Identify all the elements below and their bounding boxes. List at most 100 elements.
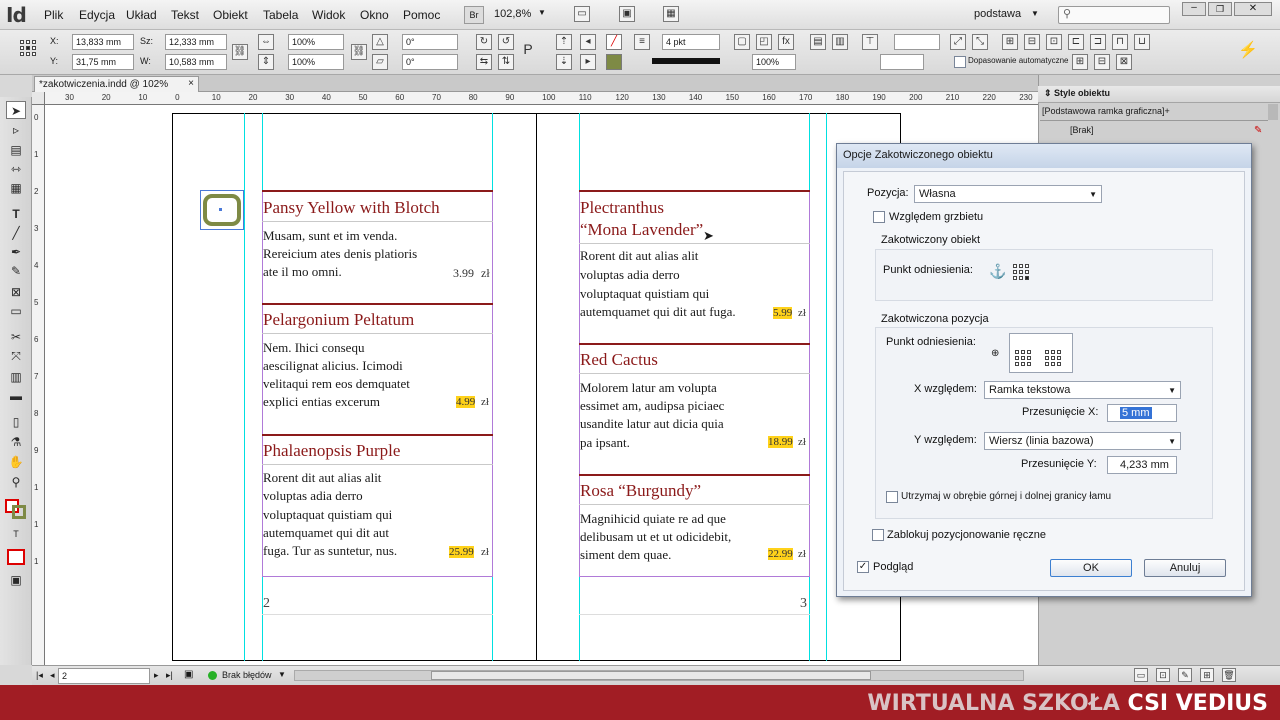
ref-point-proxy[interactable] xyxy=(1013,264,1029,280)
align-left-icon[interactable]: ⊏ xyxy=(1068,34,1084,50)
rounded-corner-icon[interactable]: ◰ xyxy=(756,34,772,50)
stroke-weight-field[interactable]: 4 pkt xyxy=(662,34,720,50)
anchored-object-selection[interactable] xyxy=(200,190,244,230)
select-container-icon[interactable]: ⇡ xyxy=(556,34,572,50)
free-transform-tool-icon[interactable]: ⤧ xyxy=(6,347,26,365)
opacity-field[interactable]: 100% xyxy=(752,54,796,70)
y-offset-input[interactable]: 4,233 mm xyxy=(1107,456,1177,474)
pen-tool-icon[interactable]: ✒ xyxy=(6,243,26,261)
gap-tool-icon[interactable]: ⇿ xyxy=(6,160,26,178)
preflight-status[interactable]: Brak błędów xyxy=(222,670,272,680)
hand-tool-icon[interactable]: ✋ xyxy=(6,453,26,471)
zoom-chevron-icon[interactable]: ▼ xyxy=(538,8,546,17)
formatting-affects-icon[interactable]: T xyxy=(6,525,26,543)
distribute-icon[interactable]: ⊔ xyxy=(1134,34,1150,50)
delete-style-icon[interactable]: 🗑 xyxy=(1222,668,1236,682)
rotate-cw-icon[interactable]: ↻ xyxy=(476,34,492,50)
align-top-icon[interactable]: ⊤ xyxy=(862,34,878,50)
align-right-icon[interactable]: ⊓ xyxy=(1112,34,1128,50)
next-page-icon[interactable]: ▸ xyxy=(154,670,159,681)
style-options-icon[interactable]: ✎ xyxy=(1178,668,1192,682)
quick-apply-icon[interactable]: ⚡ xyxy=(1238,40,1258,60)
cancel-button[interactable]: Anuluj xyxy=(1144,559,1226,577)
close-button[interactable]: ✕ xyxy=(1234,2,1272,16)
menu-edycja[interactable]: Edycja xyxy=(79,8,115,22)
pencil-tool-icon[interactable]: ✎ xyxy=(6,262,26,280)
new-group-icon[interactable]: ▭ xyxy=(1134,668,1148,682)
zoom-tool-icon[interactable]: ⚲ xyxy=(6,473,26,491)
document-tab[interactable]: *zakotwiczenia.indd @ 102% × xyxy=(34,76,199,92)
stroke-swatch-icon[interactable] xyxy=(606,54,622,70)
bridge-button[interactable]: Br xyxy=(464,6,484,24)
clear-overrides-icon[interactable]: ⊡ xyxy=(1156,668,1170,682)
object-styles-panel-header[interactable]: ⇕ Style obiektu xyxy=(1038,86,1280,103)
panel-scrollbar[interactable] xyxy=(1268,104,1278,120)
y-field[interactable]: 31,75 mm xyxy=(72,54,134,70)
effects-icon[interactable]: fx xyxy=(778,34,794,50)
wrap-offset-field[interactable] xyxy=(894,34,940,50)
scissors-tool-icon[interactable]: ✂ xyxy=(6,328,26,346)
menu-uklad[interactable]: Układ xyxy=(126,8,157,22)
constrain-proportions-icon[interactable]: ⛓ xyxy=(232,44,248,60)
fill-swatch-icon[interactable]: ╱ xyxy=(606,34,622,50)
ruler-origin[interactable] xyxy=(32,92,45,105)
fit-frame-icon[interactable]: ⤡ xyxy=(972,34,988,50)
scale-y-field[interactable]: 100% xyxy=(288,54,344,70)
menu-okno[interactable]: Okno xyxy=(360,8,389,22)
x-field[interactable]: 13,833 mm xyxy=(72,34,134,50)
page-number-field[interactable]: 2 xyxy=(58,668,150,684)
content-align-3-icon[interactable]: ⊠ xyxy=(1116,54,1132,70)
content-align-2-icon[interactable]: ⊟ xyxy=(1094,54,1110,70)
center-content-icon[interactable]: ⊡ xyxy=(1046,34,1062,50)
apply-none-icon[interactable] xyxy=(7,549,25,565)
width-field[interactable]: 12,333 mm xyxy=(165,34,227,50)
menu-plik[interactable]: Plik xyxy=(44,8,63,22)
zoom-level[interactable]: 102,8% xyxy=(494,8,531,20)
drop-shadow-icon[interactable]: ▢ xyxy=(734,34,750,50)
workspace-chevron-icon[interactable]: ▼ xyxy=(1031,9,1039,18)
arrange-documents-icon[interactable]: ▦ xyxy=(663,6,679,22)
page-tool-icon[interactable]: ▤ xyxy=(6,141,26,159)
previous-page-icon[interactable]: ◂ xyxy=(50,670,55,681)
x-relative-select[interactable]: Ramka tekstowa ▼ xyxy=(984,381,1181,399)
screen-mode-icon[interactable]: ▣ xyxy=(619,6,635,22)
align-center-icon[interactable]: ⊐ xyxy=(1090,34,1106,50)
menu-tabela[interactable]: Tabela xyxy=(263,8,298,22)
rotation-field[interactable]: 0° xyxy=(402,34,458,50)
gradient-swatch-tool-icon[interactable]: ▥ xyxy=(6,368,26,386)
preflight-chevron-icon[interactable]: ▼ xyxy=(278,670,286,679)
rectangle-frame-tool-icon[interactable]: ⊠ xyxy=(6,283,26,301)
constrain-scale-icon[interactable]: ⛓ xyxy=(351,44,367,60)
eyedropper-tool-icon[interactable]: ⚗ xyxy=(6,433,26,451)
select-content-icon[interactable]: ⇣ xyxy=(556,54,572,70)
panel-collapse-icon[interactable]: ⇕ xyxy=(1044,88,1054,98)
menu-widok[interactable]: Widok xyxy=(312,8,345,22)
rotate-ccw-icon[interactable]: ↺ xyxy=(498,34,514,50)
gradient-feather-tool-icon[interactable]: ▬ xyxy=(6,387,26,405)
select-next-icon[interactable]: ▸ xyxy=(580,54,596,70)
shear-field[interactable]: 0° xyxy=(402,54,458,70)
reference-point-icon[interactable] xyxy=(20,40,38,58)
line-tool-icon[interactable]: ╱ xyxy=(6,224,26,242)
flip-h-icon[interactable]: ⇆ xyxy=(476,54,492,70)
content-collector-icon[interactable]: ▦ xyxy=(6,179,26,197)
fit-content-icon[interactable]: ⤢ xyxy=(950,34,966,50)
select-previous-icon[interactable]: ◂ xyxy=(580,34,596,50)
y-relative-select[interactable]: Wiersz (linia bazowa) ▼ xyxy=(984,432,1181,450)
relative-to-spine-checkbox[interactable] xyxy=(873,211,885,223)
scrollbar-thumb[interactable] xyxy=(431,671,871,680)
stroke-color-icon[interactable] xyxy=(12,505,26,519)
height-field[interactable]: 10,583 mm xyxy=(165,54,227,70)
rectangle-tool-icon[interactable]: ▭ xyxy=(6,302,26,320)
horizontal-scrollbar[interactable] xyxy=(294,670,1024,681)
note-tool-icon[interactable]: ▯ xyxy=(6,413,26,431)
panel-style-item[interactable]: [Brak] xyxy=(1040,124,1268,139)
type-tool-icon[interactable]: T xyxy=(6,205,26,223)
text-wrap-icon[interactable]: ▤ xyxy=(810,34,826,50)
fit-proportional-icon[interactable]: ⊟ xyxy=(1024,34,1040,50)
position-proxy-right[interactable] xyxy=(1045,350,1061,366)
search-field[interactable]: ⚲ xyxy=(1058,6,1170,24)
ok-button[interactable]: OK xyxy=(1050,559,1132,577)
last-page-icon[interactable]: ▸| xyxy=(166,670,173,681)
menu-obiekt[interactable]: Obiekt xyxy=(213,8,248,22)
